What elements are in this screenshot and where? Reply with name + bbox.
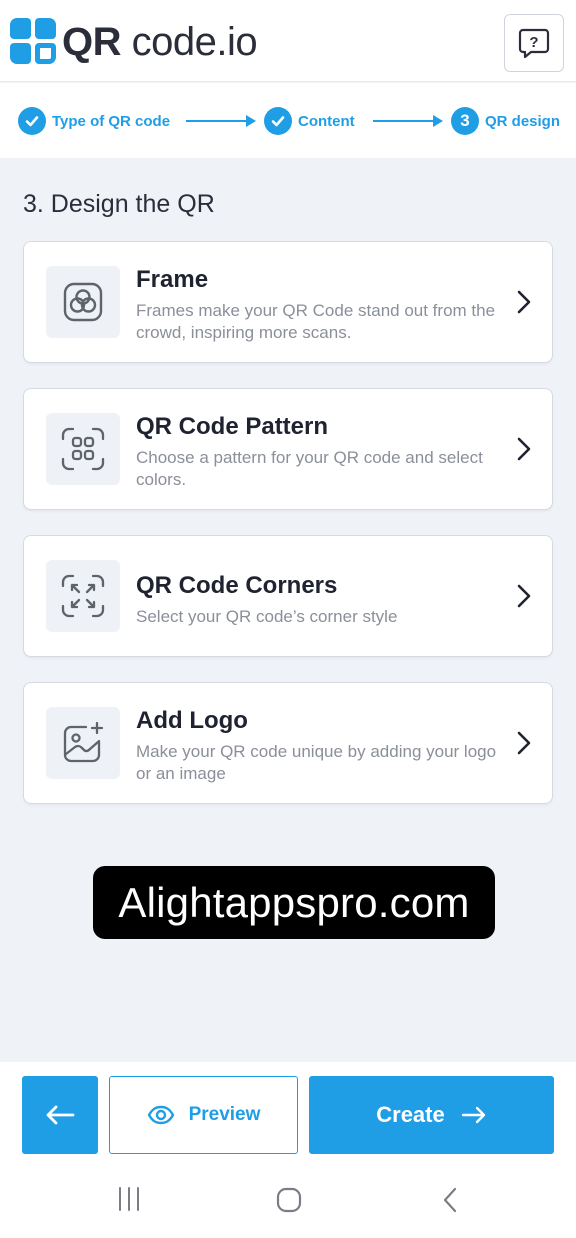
check-icon [18, 107, 46, 135]
step-label: Type of QR code [52, 112, 171, 130]
pattern-icon-tile [46, 413, 120, 485]
card-description: Choose a pattern for your QR code and se… [136, 448, 483, 489]
step-content[interactable]: Content [264, 107, 355, 135]
eye-icon [147, 1105, 174, 1125]
recent-apps-icon[interactable] [116, 1186, 142, 1212]
create-button[interactable]: Create [309, 1076, 554, 1154]
step-label: Content [298, 112, 355, 130]
arrow-right-icon [461, 1106, 485, 1124]
chevron-right-icon [517, 290, 531, 314]
svg-text:?: ? [529, 34, 538, 51]
card-description: Select your QR code’s corner style [136, 607, 398, 626]
check-icon [264, 107, 292, 135]
chevron-right-icon [517, 731, 531, 755]
step-number-badge: 3 [451, 107, 479, 135]
card-description: Frames make your QR Code stand out from … [136, 301, 496, 342]
frame-icon [63, 282, 103, 322]
step-arrow-icon [373, 115, 443, 127]
back-button[interactable] [22, 1076, 98, 1154]
frame-option-card[interactable]: Frame Frames make your QR Code stand out… [23, 241, 553, 363]
system-navigation-bar [0, 1168, 576, 1238]
logo-text: QR code.io [62, 20, 258, 64]
card-title: Frame [136, 266, 209, 293]
arrow-left-icon [46, 1105, 75, 1125]
card-description: Make your QR code unique by adding your … [136, 742, 497, 783]
help-chat-icon: ? [518, 28, 550, 59]
home-icon[interactable] [275, 1186, 303, 1214]
pattern-icon [61, 427, 105, 471]
logo-mark-icon [10, 18, 58, 66]
qrcode-io-logo[interactable]: QR code.io [10, 18, 258, 66]
help-button[interactable]: ? [504, 14, 564, 72]
step-label: QR design [485, 112, 561, 130]
progress-stepper: Type of QR code Content 3 QR design [0, 83, 576, 158]
step-arrow-icon [186, 115, 256, 127]
watermark-label: Alightappspro.com [93, 866, 495, 939]
step-qr-design[interactable]: 3 QR design [451, 107, 560, 135]
step-type-of-qr-code[interactable]: Type of QR code [18, 107, 170, 135]
add-logo-option-card[interactable]: Add Logo Make your QR code unique by add… [23, 682, 553, 804]
chevron-right-icon [517, 437, 531, 461]
add-image-icon [63, 721, 104, 763]
card-title: Add Logo [136, 707, 248, 734]
qr-code-corners-option-card[interactable]: QR Code Corners Select your QR code’s co… [23, 535, 553, 657]
corners-icon-tile [46, 560, 120, 632]
preview-label: Preview [188, 1104, 261, 1125]
frame-icon-tile [46, 266, 120, 338]
qr-code-pattern-option-card[interactable]: QR Code Pattern Choose a pattern for you… [23, 388, 553, 510]
corners-icon [61, 574, 105, 618]
preview-button[interactable]: Preview [109, 1076, 298, 1154]
add-image-icon-tile [46, 707, 120, 779]
card-title: QR Code Pattern [136, 413, 329, 440]
back-nav-icon[interactable] [440, 1186, 460, 1214]
chevron-right-icon [517, 584, 531, 608]
create-label: Create [376, 1102, 445, 1127]
card-title: QR Code Corners [136, 572, 338, 599]
page-title: 3. Design the QR [23, 190, 215, 218]
app-header: QR code.io ? [0, 0, 576, 82]
